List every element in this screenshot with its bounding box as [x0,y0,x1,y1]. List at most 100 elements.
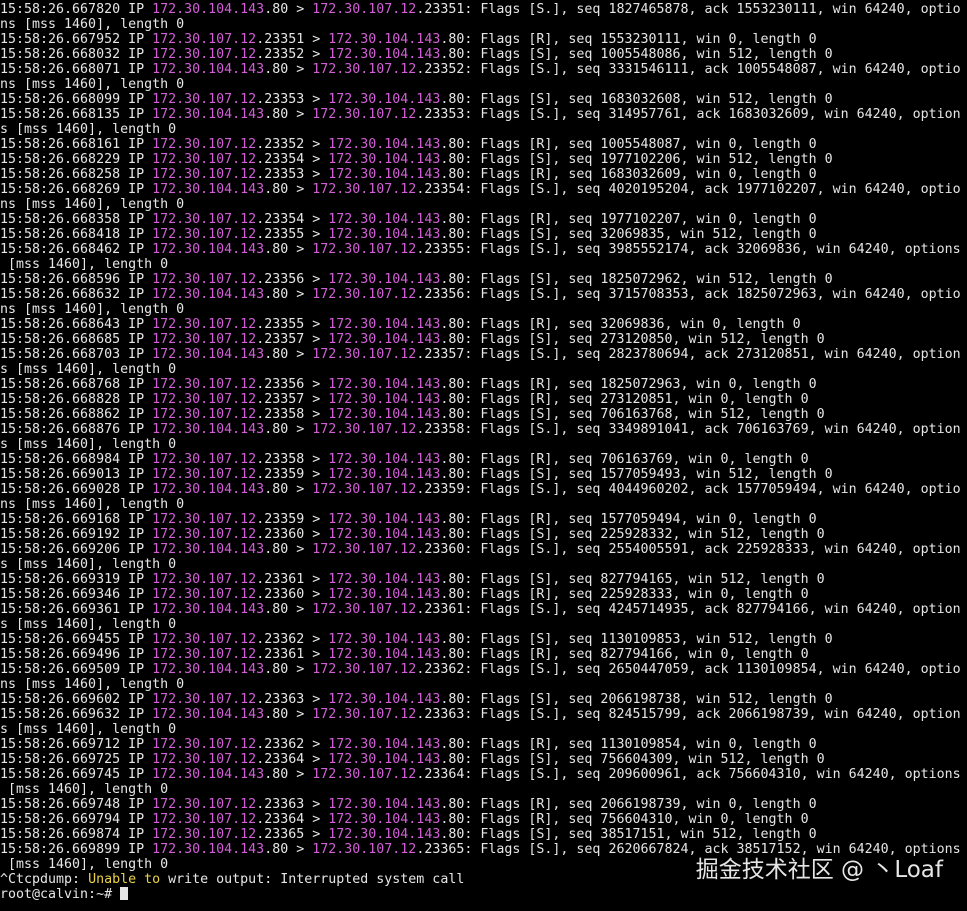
terminal-line: 15:58:26.669509 IP 172.30.104.143.80 > 1… [0,662,967,677]
log-text: 15:58:26.669602 IP [0,692,153,707]
ip-address: 172.30.104.143 [328,467,441,482]
error-highlight: Unable to [88,872,161,887]
log-text: 15:58:26.669013 IP [0,467,153,482]
terminal-prompt-line[interactable]: root@calvin:~# [0,887,967,902]
ip-address: 172.30.104.143 [328,152,441,167]
ip-address: 172.30.107.12 [152,572,257,587]
terminal-line: 15:58:26.668768 IP 172.30.107.12.23356 >… [0,377,967,392]
log-text: s [mss 1460], length 0 [0,362,177,377]
terminal-line: 15:58:26.669319 IP 172.30.107.12.23361 >… [0,572,967,587]
log-text: 15:58:26.668229 IP [0,152,153,167]
log-text: .23360 > [256,527,329,542]
log-text: [mss 1460], length 0 [0,782,169,797]
ip-address: 172.30.104.143 [152,62,265,77]
terminal-line: 15:58:26.667952 IP 172.30.107.12.23351 >… [0,32,967,47]
log-text: .80 > [264,767,313,782]
log-text: .23362 > [256,737,329,752]
log-text: .23357 > [256,332,329,347]
ip-address: 172.30.107.12 [152,332,257,347]
log-text: .23356 > [256,272,329,287]
log-text: write output: Interrupted system call [160,872,465,887]
log-text: .80: Flags [R], seq 756604310, win 0, le… [440,812,809,827]
ip-address: 172.30.104.143 [328,812,441,827]
ip-address: 172.30.107.12 [312,62,417,77]
terminal-line: 15:58:26.668161 IP 172.30.107.12.23352 >… [0,137,967,152]
log-text: .23352 > [256,137,329,152]
log-text: 15:58:26.668071 IP [0,62,153,77]
ip-address: 172.30.104.143 [328,512,441,527]
log-text: .80: Flags [R], seq 706163769, win 0, le… [440,452,809,467]
log-text: ^Ctcpdump: [0,872,89,887]
log-text: ns [mss 1460], length 0 [0,17,185,32]
terminal-line: 15:58:26.669013 IP 172.30.107.12.23359 >… [0,467,967,482]
log-text: .80: Flags [R], seq 1977102207, win 0, l… [440,212,817,227]
ip-address: 172.30.104.143 [152,707,265,722]
terminal-line: 15:58:26.669712 IP 172.30.107.12.23362 >… [0,737,967,752]
terminal-line: s [mss 1460], length 0 [0,557,967,572]
log-text: 15:58:26.669899 IP [0,842,153,857]
log-text: 15:58:26.667952 IP [0,32,153,47]
ip-address: 172.30.107.12 [312,422,417,437]
log-text: .80: Flags [S], seq 273120850, win 512, … [440,332,825,347]
ip-address: 172.30.104.143 [328,572,441,587]
log-text: .23361: Flags [S.], seq 4245714935, ack … [416,602,961,617]
log-text: .80 > [264,182,313,197]
ip-address: 172.30.104.143 [328,47,441,62]
log-text: 15:58:26.668258 IP [0,167,153,182]
terminal-line: 15:58:26.669496 IP 172.30.107.12.23361 >… [0,647,967,662]
log-text: .23354 > [256,152,329,167]
log-text: .80: Flags [R], seq 1130109854, win 0, l… [440,737,817,752]
terminal-line: 15:58:26.669455 IP 172.30.107.12.23362 >… [0,632,967,647]
log-text: ns [mss 1460], length 0 [0,677,185,692]
terminal-line: ns [mss 1460], length 0 [0,302,967,317]
log-text: .80 > [264,242,313,257]
log-text: ns [mss 1460], length 0 [0,77,185,92]
ip-address: 172.30.104.143 [328,797,441,812]
log-text: .80 > [264,542,313,557]
log-text: .23351: Flags [S.], seq 1827465878, ack … [416,2,961,17]
terminal-window[interactable]: 15:58:26.667820 IP 172.30.104.143.80 > 1… [0,0,967,911]
ip-address: 172.30.104.143 [152,2,265,17]
log-text: 15:58:26.669028 IP [0,482,153,497]
log-text: 15:58:26.668596 IP [0,272,153,287]
terminal-line: 15:58:26.669206 IP 172.30.104.143.80 > 1… [0,542,967,557]
log-text: .80 > [264,347,313,362]
log-text: .23360 > [256,587,329,602]
ip-address: 172.30.104.143 [328,377,441,392]
log-text: .80: Flags [S], seq 827794165, win 512, … [440,572,825,587]
log-text: 15:58:26.669874 IP [0,827,153,842]
ip-address: 172.30.104.143 [328,632,441,647]
terminal-line: 15:58:26.668462 IP 172.30.104.143.80 > 1… [0,242,967,257]
log-text: 15:58:26.668269 IP [0,182,153,197]
terminal-line: 15:58:26.669632 IP 172.30.104.143.80 > 1… [0,707,967,722]
terminal-line: 15:58:26.668703 IP 172.30.104.143.80 > 1… [0,347,967,362]
log-text: .23358 > [256,452,329,467]
log-text: .23352: Flags [S.], seq 3331546111, ack … [416,62,961,77]
terminal-line: [mss 1460], length 0 [0,257,967,272]
log-text: 15:58:26.667820 IP [0,2,153,17]
log-text: [mss 1460], length 0 [0,257,169,272]
log-text: .23361 > [256,647,329,662]
ip-address: 172.30.104.143 [328,407,441,422]
ip-address: 172.30.107.12 [312,707,417,722]
ip-address: 172.30.104.143 [152,662,265,677]
terminal-line: 15:58:26.668632 IP 172.30.104.143.80 > 1… [0,287,967,302]
ip-address: 172.30.107.12 [152,92,257,107]
ip-address: 172.30.107.12 [152,647,257,662]
log-text: 15:58:26.668768 IP [0,377,153,392]
terminal-line: 15:58:26.669168 IP 172.30.107.12.23359 >… [0,512,967,527]
ip-address: 172.30.104.143 [328,32,441,47]
terminal-output: 15:58:26.667820 IP 172.30.104.143.80 > 1… [0,2,967,887]
log-text: 15:58:26.669361 IP [0,602,153,617]
log-text: .23352 > [256,47,329,62]
ip-address: 172.30.104.143 [328,92,441,107]
terminal-line: ns [mss 1460], length 0 [0,77,967,92]
log-text: 15:58:26.669632 IP [0,707,153,722]
ip-address: 172.30.107.12 [152,47,257,62]
log-text: .80 > [264,707,313,722]
log-text: .23365 > [256,827,329,842]
ip-address: 172.30.107.12 [152,167,257,182]
terminal-line: 15:58:26.668358 IP 172.30.107.12.23354 >… [0,212,967,227]
log-text: .23357: Flags [S.], seq 2823780694, ack … [416,347,961,362]
log-text: 15:58:26.668099 IP [0,92,153,107]
